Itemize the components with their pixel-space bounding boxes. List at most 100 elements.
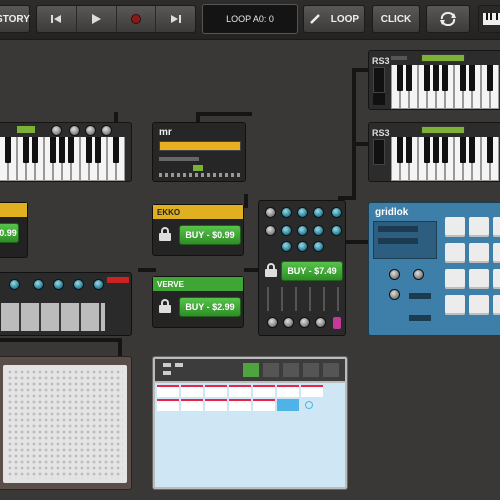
- cable: [138, 268, 156, 272]
- gridlok-pad[interactable]: [469, 295, 489, 315]
- rs3-mid-pitch-wheel[interactable]: [373, 139, 385, 165]
- left-synth-knob[interactable]: [51, 125, 62, 136]
- rs3-synth-top[interactable]: RS3: [368, 50, 500, 110]
- rs3-synth-mid[interactable]: RS3: [368, 122, 500, 182]
- mixer-knob[interactable]: [297, 207, 308, 218]
- gridlok-pad[interactable]: [445, 217, 465, 237]
- verve-reverb[interactable]: VERVE BUY - $2.99: [152, 276, 244, 328]
- gridlok-pad[interactable]: [493, 269, 500, 289]
- mixer-buy-button[interactable]: BUY - $7.49: [281, 261, 343, 281]
- mixer-knob[interactable]: [281, 241, 292, 252]
- mixer-knob[interactable]: [313, 241, 324, 252]
- mr-drum-machine[interactable]: mr: [152, 122, 246, 182]
- gridlok-pad[interactable]: [469, 269, 489, 289]
- skip-forward-icon: [170, 15, 181, 23]
- left-synth-keyboard[interactable]: [0, 137, 125, 181]
- mixer-knob[interactable]: [313, 207, 324, 218]
- loop-position-text: LOOP A0: 0: [226, 14, 274, 24]
- gridlok-pad[interactable]: [493, 217, 500, 237]
- mixer-knob[interactable]: [315, 317, 326, 328]
- mixer-knob[interactable]: [299, 317, 310, 328]
- mr-control: [159, 157, 199, 161]
- clip-button[interactable]: [283, 363, 299, 377]
- gridlok-drum-machine[interactable]: gridlok: [368, 202, 500, 336]
- record-button[interactable]: [117, 6, 157, 32]
- strip-faders[interactable]: [1, 303, 105, 331]
- ekko-delay[interactable]: EKKO BUY - $0.99: [152, 204, 244, 256]
- strip-knob[interactable]: [9, 279, 20, 290]
- strip-knob[interactable]: [73, 279, 84, 290]
- sequencer-pad-matrix[interactable]: [7, 369, 123, 479]
- keyboard-icon: [483, 13, 500, 25]
- left-synth-knob[interactable]: [101, 125, 112, 136]
- mr-led: [193, 165, 203, 171]
- rs3-mid-keyboard[interactable]: [391, 137, 499, 181]
- mixer-knob[interactable]: [331, 225, 342, 236]
- loop-position-display: LOOP A0: 0: [202, 4, 298, 34]
- mixer-knob[interactable]: [265, 225, 276, 236]
- mixer-knob[interactable]: [281, 207, 292, 218]
- rs3-top-pitch-wheel[interactable]: [373, 67, 385, 93]
- gridlok-pad[interactable]: [493, 243, 500, 263]
- rewind-button[interactable]: [37, 6, 77, 32]
- main-toolbar: STORY LOOP A0: 0 LOOP CLICK: [0, 0, 500, 40]
- loop-button[interactable]: LOOP: [303, 5, 365, 33]
- mixer-knob[interactable]: [267, 317, 278, 328]
- left-effect-unit[interactable]: 0.99: [0, 202, 28, 258]
- gridlok-pad[interactable]: [469, 217, 489, 237]
- gridlok-pad[interactable]: [469, 243, 489, 263]
- rs3-top-screen: [421, 54, 465, 62]
- gridlok-knob[interactable]: [389, 269, 400, 280]
- click-button-label: CLICK: [380, 13, 412, 25]
- gridlok-pad[interactable]: [445, 295, 465, 315]
- mixer-knob[interactable]: [265, 207, 276, 218]
- gridlok-knob[interactable]: [389, 289, 400, 300]
- left-keyboard-synth[interactable]: [0, 122, 132, 182]
- gridlok-pad[interactable]: [445, 243, 465, 263]
- gridlok-pad[interactable]: [493, 295, 500, 315]
- transport-controls: [36, 5, 196, 33]
- mixer-indicator: [333, 317, 341, 329]
- gridlok-pad[interactable]: [445, 269, 465, 289]
- keyboard-button[interactable]: [478, 5, 500, 33]
- sequencer-pad-area[interactable]: [3, 365, 127, 483]
- mr-step-row[interactable]: [159, 173, 241, 177]
- add-clip-icon[interactable]: [305, 401, 313, 409]
- strip-knob[interactable]: [93, 279, 104, 290]
- gridlok-slider[interactable]: [409, 315, 431, 321]
- history-button[interactable]: STORY: [0, 5, 30, 33]
- cable: [244, 194, 248, 208]
- gridlok-slider[interactable]: [409, 293, 431, 299]
- rs3-top-mod-wheel[interactable]: [373, 93, 385, 105]
- click-button[interactable]: CLICK: [372, 5, 420, 33]
- strip-knob[interactable]: [53, 279, 64, 290]
- left-unit-buy-button[interactable]: 0.99: [0, 223, 19, 243]
- clip-play-button[interactable]: [243, 363, 259, 377]
- mixer-knob[interactable]: [297, 225, 308, 236]
- clip-button[interactable]: [263, 363, 279, 377]
- step-sequencer-grid[interactable]: [0, 356, 132, 490]
- mixer-unit[interactable]: BUY - $7.49: [258, 200, 346, 336]
- mixer-knob[interactable]: [331, 207, 342, 218]
- mixer-knob[interactable]: [313, 225, 324, 236]
- mixer-knob[interactable]: [281, 225, 292, 236]
- left-synth-knob[interactable]: [69, 125, 80, 136]
- clip-button[interactable]: [323, 363, 339, 377]
- ekko-buy-button[interactable]: BUY - $0.99: [179, 225, 241, 245]
- skip-forward-button[interactable]: [156, 6, 195, 32]
- mr-name: mr: [159, 127, 172, 138]
- clip-launcher[interactable]: [152, 356, 348, 490]
- clip-grid[interactable]: [155, 383, 345, 487]
- clip-button[interactable]: [303, 363, 319, 377]
- verve-buy-button[interactable]: BUY - $2.99: [179, 297, 241, 317]
- mixer-knob[interactable]: [297, 241, 308, 252]
- sync-button[interactable]: [426, 5, 470, 33]
- left-mixer-strip[interactable]: [0, 272, 132, 336]
- rs3-top-keyboard[interactable]: [391, 65, 499, 109]
- left-synth-knob[interactable]: [85, 125, 96, 136]
- strip-knob[interactable]: [33, 279, 44, 290]
- cable: [352, 68, 356, 196]
- play-button[interactable]: [77, 6, 117, 32]
- mixer-knob[interactable]: [283, 317, 294, 328]
- gridlok-knob[interactable]: [413, 269, 424, 280]
